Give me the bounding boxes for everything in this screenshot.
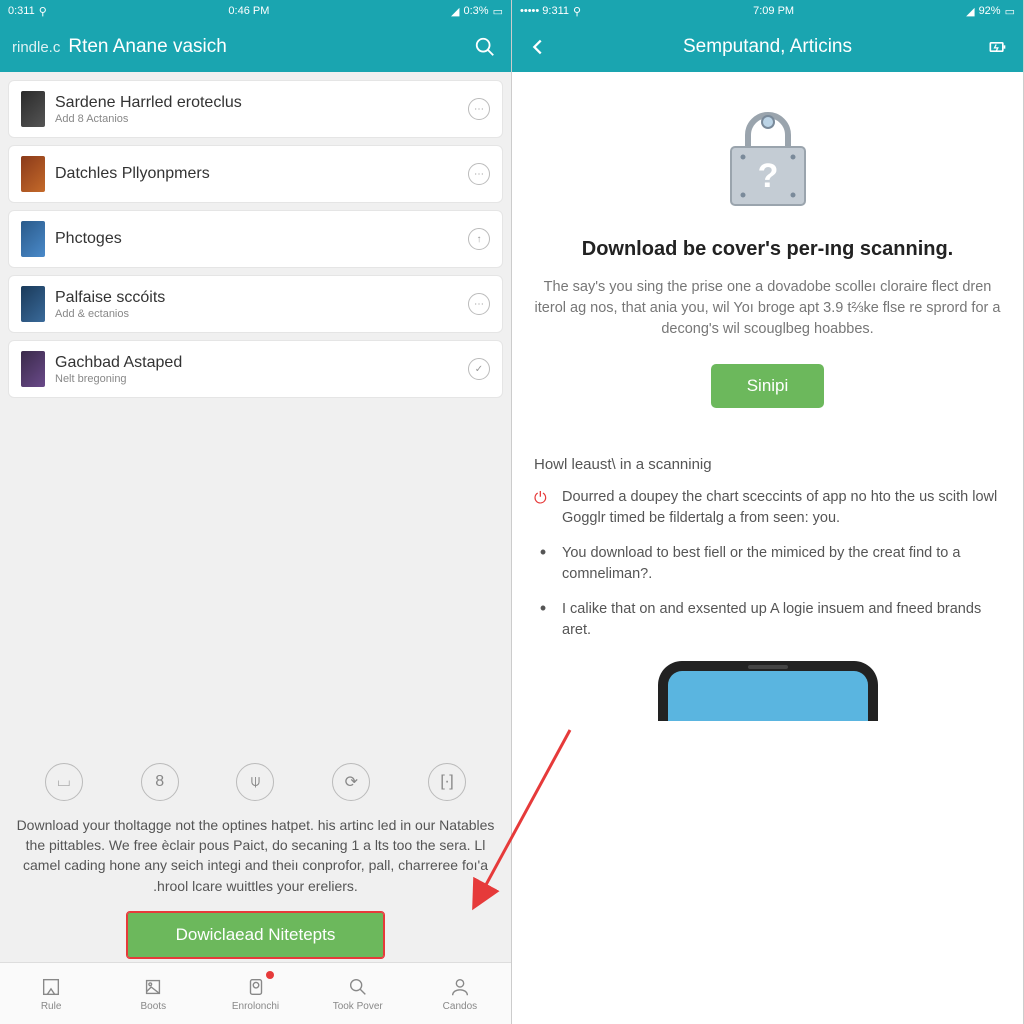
wifi-icon: ⚲: [573, 5, 581, 18]
item-title: Palfaise sccóits: [55, 289, 458, 307]
battery-charge-icon[interactable]: [983, 33, 1011, 61]
status-carrier: ••••• 9:311: [520, 5, 569, 17]
bullet-text: You download to best fiell or the mimice…: [562, 543, 1001, 585]
eight-icon[interactable]: 8: [141, 763, 179, 801]
battery-icon: ▭: [1005, 5, 1015, 18]
thumbnail: [21, 286, 45, 322]
header: Semputand, Articins: [512, 22, 1023, 72]
brand-label: rindle.c: [12, 39, 60, 56]
promo-text: Download your tholtagge not the optines …: [0, 809, 511, 902]
list-item[interactable]: Phctoges ↑: [8, 210, 503, 268]
how-section: Howl leaust\ in a scanninig ⏻Dourred a d…: [534, 456, 1001, 641]
tab-bar: Rule Boots Enrolonchi Took Pover Candos: [0, 962, 511, 1024]
tab-enrolonchi[interactable]: Enrolonchi: [204, 963, 306, 1024]
status-time-l: 0:311: [8, 5, 35, 17]
dot-icon: •: [534, 599, 552, 641]
section-heading: Howl leaust\ in a scanninig: [534, 456, 1001, 473]
more-icon[interactable]: ⋯: [468, 98, 490, 120]
power-icon: ⏻: [534, 487, 552, 529]
more-icon[interactable]: ⋯: [468, 293, 490, 315]
tab-label: Rule: [41, 1001, 62, 1012]
list-item[interactable]: Gachbad AstapedNelt bregoning ✓: [8, 340, 503, 398]
description: The say's you sing the prise one a dovad…: [534, 277, 1001, 340]
dot-icon: •: [534, 543, 552, 585]
bullet-text: I calike that on and exsented up A logie…: [562, 599, 1001, 641]
lock-icon: ?: [703, 102, 833, 212]
status-bar: ••••• 9:311 ⚲ 7:09 PM ◢ 92% ▭: [512, 0, 1023, 22]
search-icon[interactable]: [471, 33, 499, 61]
tab-label: Candos: [443, 1001, 477, 1012]
header: rindle.c Rten Anane vasich: [0, 22, 511, 72]
screen-left: 0:311 ⚲ 0:46 PM ◢ 0:3% ▭ rindle.c Rten Anan…: [0, 0, 512, 1024]
page-title: Semputand, Articins: [560, 36, 975, 58]
tab-label: Boots: [141, 1001, 167, 1012]
tab-rule[interactable]: Rule: [0, 963, 102, 1024]
battery-icon: ▭: [493, 5, 503, 18]
upload-icon[interactable]: ↑: [468, 228, 490, 250]
tab-label: Enrolonchi: [232, 1001, 279, 1012]
status-time: 7:09 PM: [753, 5, 794, 17]
item-subtitle: Add 8 Actanios: [55, 113, 458, 125]
tab-candos[interactable]: Candos: [409, 963, 511, 1024]
status-time-c: 0:46 PM: [228, 5, 269, 17]
svg-text:?: ?: [757, 157, 778, 195]
list-item[interactable]: Sardene Harrled eroteclusAdd 8 Actanios ⋯: [8, 80, 503, 138]
item-subtitle: Nelt bregoning: [55, 373, 458, 385]
bullet-item: •You download to best fiell or the mimic…: [534, 543, 1001, 585]
status-bar: 0:311 ⚲ 0:46 PM ◢ 0:3% ▭: [0, 0, 511, 22]
cell-icon: ◢: [451, 5, 459, 18]
cup-icon[interactable]: ⌴: [45, 763, 83, 801]
mic-icon[interactable]: ⍦: [236, 763, 274, 801]
content-area: Sardene Harrled eroteclusAdd 8 Actanios ⋯…: [0, 72, 511, 1024]
item-title: Gachbad Astaped: [55, 354, 458, 372]
thumbnail: [21, 91, 45, 127]
thumbnail: [21, 156, 45, 192]
quick-actions: ⌴ 8 ⍦ ⟳ [∙]: [0, 755, 511, 809]
cell-icon: ◢: [966, 5, 974, 18]
tab-boots[interactable]: Boots: [102, 963, 204, 1024]
screen-right: ••••• 9:311 ⚲ 7:09 PM ◢ 92% ▭ Semputand, Ar…: [512, 0, 1024, 1024]
bullet-item: ⏻Dourred a doupey the chart sceccints of…: [534, 487, 1001, 529]
tab-took-pover[interactable]: Took Pover: [307, 963, 409, 1024]
item-subtitle: Add & ectanios: [55, 308, 458, 320]
more-icon[interactable]: ⋯: [468, 163, 490, 185]
brackets-icon[interactable]: [∙]: [428, 763, 466, 801]
headline: Download be cover's per-ıng scanning.: [534, 236, 1001, 263]
thumbnail: [21, 221, 45, 257]
check-icon[interactable]: ✓: [468, 358, 490, 380]
status-batt: 0:3%: [464, 5, 489, 17]
item-title: Datchles Pllyonpmers: [55, 165, 458, 183]
status-batt: 92%: [979, 5, 1001, 17]
tab-label: Took Pover: [333, 1001, 383, 1012]
item-title: Phctoges: [55, 230, 458, 248]
loop-icon[interactable]: ⟳: [332, 763, 370, 801]
download-button[interactable]: Dowiclaead Nitetepts: [127, 912, 385, 958]
content-area: ? Download be cover's per-ıng scanning. …: [512, 72, 1023, 1024]
bullet-item: •I calike that on and exsented up A logi…: [534, 599, 1001, 641]
list-item[interactable]: Datchles Pllyonpmers ⋯: [8, 145, 503, 203]
page-title: Rten Anane vasich: [68, 36, 463, 58]
list-item[interactable]: Palfaise sccóitsAdd & ectanios ⋯: [8, 275, 503, 333]
item-title: Sardene Harrled eroteclus: [55, 94, 458, 112]
bullet-text: Dourred a doupey the chart sceccints of …: [562, 487, 1001, 529]
phone-illustration: [658, 661, 878, 721]
item-list: Sardene Harrled eroteclusAdd 8 Actanios ⋯…: [0, 72, 511, 413]
wifi-icon: ⚲: [39, 5, 47, 18]
skip-button[interactable]: Sinipi: [711, 364, 825, 408]
back-icon[interactable]: [524, 33, 552, 61]
thumbnail: [21, 351, 45, 387]
